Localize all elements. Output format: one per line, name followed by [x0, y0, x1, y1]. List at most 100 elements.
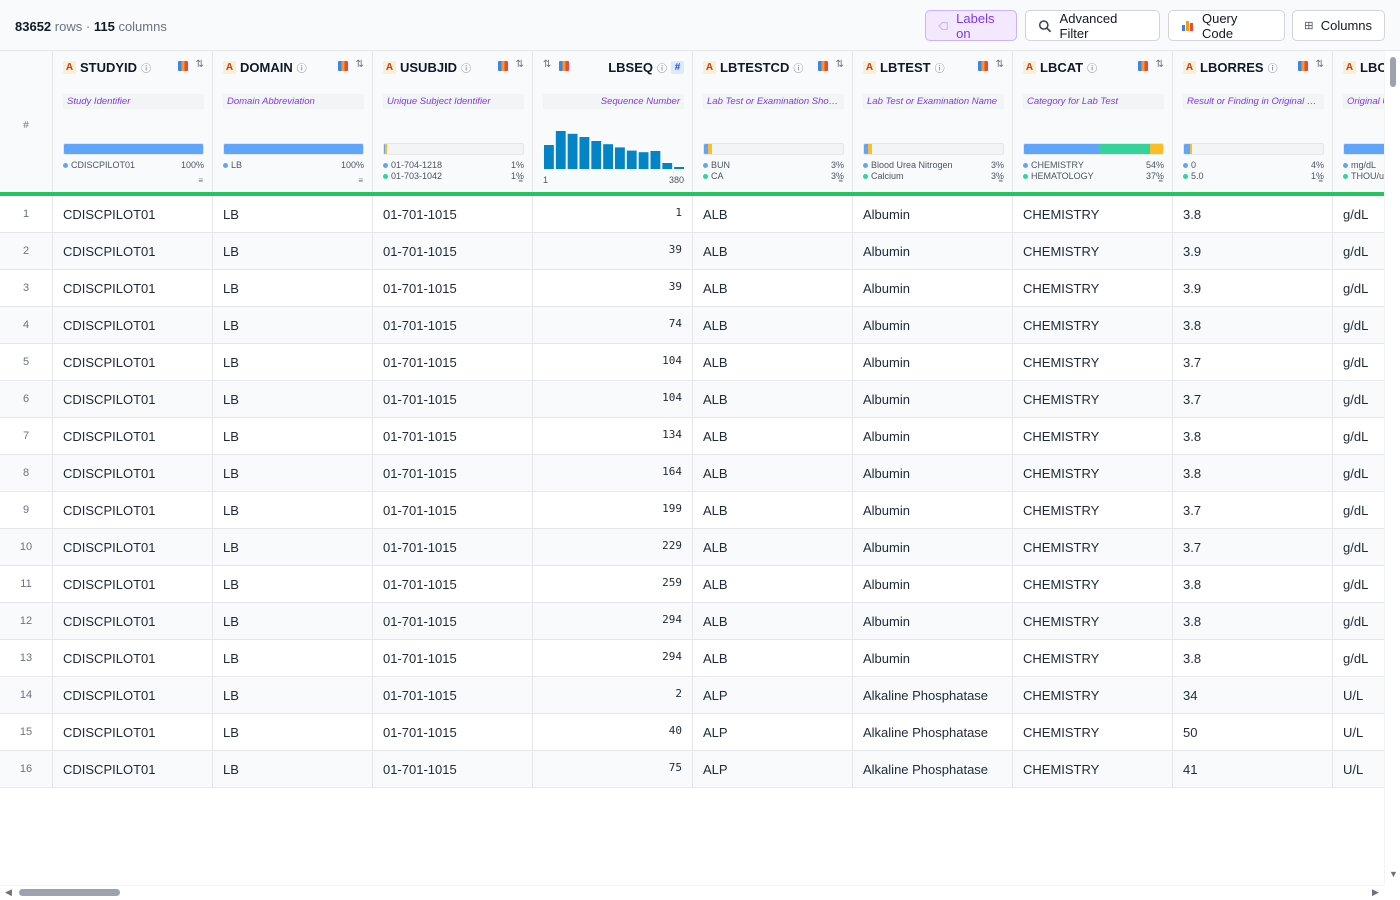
- cell-usubjid[interactable]: 01-701-1015: [373, 344, 533, 380]
- cell-lbseq[interactable]: 39: [533, 270, 693, 306]
- cell-domain[interactable]: LB: [213, 640, 373, 676]
- cell-lbseq[interactable]: 104: [533, 381, 693, 417]
- cell-usubjid[interactable]: 01-701-1015: [373, 640, 533, 676]
- cell-lbtest[interactable]: Albumin: [853, 307, 1013, 343]
- cell-studyid[interactable]: CDISCPILOT01: [53, 418, 213, 454]
- cell-lbcat[interactable]: CHEMISTRY: [1013, 307, 1173, 343]
- cell-domain[interactable]: LB: [213, 455, 373, 491]
- cell-lborresu[interactable]: g/dL: [1333, 344, 1384, 380]
- cell-lbseq[interactable]: 39: [533, 233, 693, 269]
- columns-button[interactable]: Columns: [1292, 10, 1385, 41]
- cell-domain[interactable]: LB: [213, 344, 373, 380]
- cell-lbcat[interactable]: CHEMISTRY: [1013, 714, 1173, 750]
- table-row[interactable]: 4 CDISCPILOT01 LB 01-701-1015 74 ALB Albumin CH…: [0, 307, 1384, 344]
- cell-studyid[interactable]: CDISCPILOT01: [53, 751, 213, 787]
- cell-studyid[interactable]: CDISCPILOT01: [53, 233, 213, 269]
- cell-lbtestcd[interactable]: ALP: [693, 714, 853, 750]
- cell-lborres[interactable]: 3.8: [1173, 307, 1333, 343]
- cell-lbtestcd[interactable]: ALB: [693, 418, 853, 454]
- chart-icon[interactable]: [977, 61, 988, 71]
- cell-usubjid[interactable]: 01-701-1015: [373, 196, 533, 232]
- sort-icon[interactable]: ⇅: [1156, 59, 1164, 71]
- info-icon[interactable]: ⓘ: [1268, 60, 1278, 75]
- sort-icon[interactable]: ⇅: [196, 59, 204, 71]
- cell-lborres[interactable]: 3.7: [1173, 381, 1333, 417]
- column-header-lbseq[interactable]: LBSEQ ⓘ # ⇅ Sequence Number 1 380: [533, 51, 693, 192]
- cell-lbseq[interactable]: 229: [533, 529, 693, 565]
- cell-studyid[interactable]: CDISCPILOT01: [53, 714, 213, 750]
- cell-lborresu[interactable]: g/dL: [1333, 381, 1384, 417]
- cell-lbtestcd[interactable]: ALB: [693, 455, 853, 491]
- chart-icon[interactable]: [177, 61, 188, 71]
- cell-usubjid[interactable]: 01-701-1015: [373, 418, 533, 454]
- menu-icon[interactable]: ≡: [198, 176, 203, 185]
- vertical-scrollbar[interactable]: ▼: [1384, 51, 1400, 885]
- cell-studyid[interactable]: CDISCPILOT01: [53, 307, 213, 343]
- table-row[interactable]: 11 CDISCPILOT01 LB 01-701-1015 259 ALB Albumin…: [0, 566, 1384, 603]
- cell-domain[interactable]: LB: [213, 529, 373, 565]
- cell-studyid[interactable]: CDISCPILOT01: [53, 640, 213, 676]
- table-row[interactable]: 16 CDISCPILOT01 LB 01-701-1015 75 ALP Alkaline…: [0, 751, 1384, 788]
- cell-lbtest[interactable]: Alkaline Phosphatase: [853, 714, 1013, 750]
- cell-lbtest[interactable]: Albumin: [853, 344, 1013, 380]
- cell-usubjid[interactable]: 01-701-1015: [373, 270, 533, 306]
- cell-usubjid[interactable]: 01-701-1015: [373, 603, 533, 639]
- cell-domain[interactable]: LB: [213, 751, 373, 787]
- cell-domain[interactable]: LB: [213, 307, 373, 343]
- cell-lbcat[interactable]: CHEMISTRY: [1013, 418, 1173, 454]
- cell-lbtest[interactable]: Albumin: [853, 455, 1013, 491]
- cell-studyid[interactable]: CDISCPILOT01: [53, 344, 213, 380]
- sort-icon[interactable]: ⇅: [356, 59, 364, 71]
- column-header-studyid[interactable]: A STUDYID ⓘ ⇅ Study Identifier CDISCPILOT01 10…: [53, 51, 213, 192]
- cell-lbtestcd[interactable]: ALP: [693, 751, 853, 787]
- chart-icon[interactable]: [559, 61, 570, 71]
- vertical-scroll-thumb[interactable]: [1390, 57, 1396, 87]
- sort-icon[interactable]: ⇅: [1316, 59, 1324, 71]
- cell-lbtest[interactable]: Albumin: [853, 566, 1013, 602]
- cell-lborres[interactable]: 3.7: [1173, 344, 1333, 380]
- cell-lborresu[interactable]: g/dL: [1333, 640, 1384, 676]
- column-header-lbcat[interactable]: A LBCAT ⓘ ⇅ Category for Lab Test CHEMISTRY 54…: [1013, 51, 1173, 192]
- cell-lborresu[interactable]: U/L: [1333, 677, 1384, 713]
- cell-usubjid[interactable]: 01-701-1015: [373, 307, 533, 343]
- info-icon[interactable]: ⓘ: [141, 60, 151, 75]
- cell-studyid[interactable]: CDISCPILOT01: [53, 529, 213, 565]
- cell-domain[interactable]: LB: [213, 603, 373, 639]
- column-header-lbtest[interactable]: A LBTEST ⓘ ⇅ Lab Test or Examination Name Blo…: [853, 51, 1013, 192]
- cell-lbcat[interactable]: CHEMISTRY: [1013, 270, 1173, 306]
- cell-lbcat[interactable]: CHEMISTRY: [1013, 640, 1173, 676]
- cell-lbtestcd[interactable]: ALB: [693, 344, 853, 380]
- cell-lbcat[interactable]: CHEMISTRY: [1013, 529, 1173, 565]
- table-row[interactable]: 2 CDISCPILOT01 LB 01-701-1015 39 ALB Albumin CH…: [0, 233, 1384, 270]
- menu-icon[interactable]: ≡: [358, 176, 363, 185]
- cell-lborres[interactable]: 3.8: [1173, 196, 1333, 232]
- cell-lbcat[interactable]: CHEMISTRY: [1013, 492, 1173, 528]
- column-header-lborres[interactable]: A LBORRES ⓘ ⇅ Result or Finding in Original …: [1173, 51, 1333, 192]
- cell-lborresu[interactable]: g/dL: [1333, 270, 1384, 306]
- cell-lbtestcd[interactable]: ALB: [693, 196, 853, 232]
- cell-lbtestcd[interactable]: ALB: [693, 270, 853, 306]
- cell-lborres[interactable]: 3.8: [1173, 640, 1333, 676]
- menu-icon[interactable]: ≡: [1318, 176, 1323, 185]
- cell-lbseq[interactable]: 259: [533, 566, 693, 602]
- cell-lbcat[interactable]: CHEMISTRY: [1013, 751, 1173, 787]
- cell-lborresu[interactable]: g/dL: [1333, 307, 1384, 343]
- cell-lborresu[interactable]: g/dL: [1333, 196, 1384, 232]
- cell-lbtestcd[interactable]: ALB: [693, 566, 853, 602]
- menu-icon[interactable]: ≡: [1158, 176, 1163, 185]
- cell-lbseq[interactable]: 74: [533, 307, 693, 343]
- table-row[interactable]: 8 CDISCPILOT01 LB 01-701-1015 164 ALB Albumin C…: [0, 455, 1384, 492]
- chart-icon[interactable]: [337, 61, 348, 71]
- table-row[interactable]: 15 CDISCPILOT01 LB 01-701-1015 40 ALP Alkaline…: [0, 714, 1384, 751]
- cell-studyid[interactable]: CDISCPILOT01: [53, 677, 213, 713]
- cell-lbtest[interactable]: Albumin: [853, 196, 1013, 232]
- cell-studyid[interactable]: CDISCPILOT01: [53, 492, 213, 528]
- cell-lbtestcd[interactable]: ALB: [693, 640, 853, 676]
- horizontal-scroll-thumb[interactable]: [19, 889, 120, 896]
- chart-icon[interactable]: [1297, 61, 1308, 71]
- cell-studyid[interactable]: CDISCPILOT01: [53, 566, 213, 602]
- horizontal-scrollbar[interactable]: ◀ ▶: [0, 885, 1384, 900]
- chart-icon[interactable]: [1137, 61, 1148, 71]
- info-icon[interactable]: ⓘ: [461, 60, 471, 75]
- cell-lborresu[interactable]: U/L: [1333, 751, 1384, 787]
